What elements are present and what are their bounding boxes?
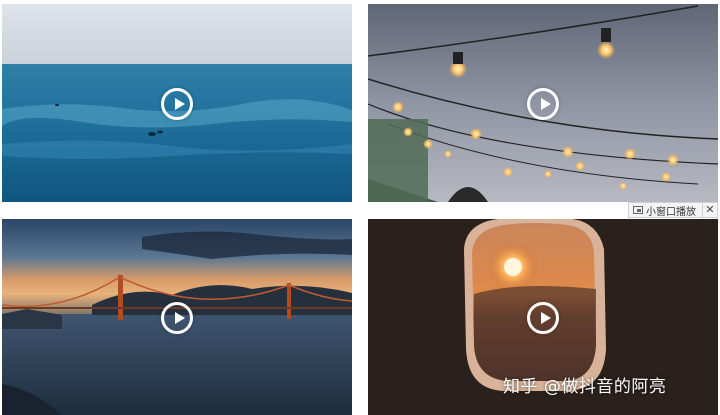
- play-button[interactable]: [161, 302, 193, 334]
- picture-in-picture-bar[interactable]: 小窗口播放 ✕: [628, 202, 718, 218]
- play-icon: [175, 312, 185, 324]
- play-icon: [541, 98, 551, 110]
- play-button[interactable]: [527, 302, 559, 334]
- picture-in-picture-icon: [633, 206, 643, 214]
- play-button[interactable]: [527, 88, 559, 120]
- play-icon: [541, 312, 551, 324]
- close-icon[interactable]: ✕: [702, 203, 717, 217]
- play-icon: [175, 98, 185, 110]
- play-button[interactable]: [161, 88, 193, 120]
- watermark-text: 知乎 @做抖音的阿亮: [503, 377, 667, 397]
- video-thumbnail-golden-gate[interactable]: [2, 219, 352, 415]
- video-thumbnail-string-lights[interactable]: [368, 4, 718, 202]
- video-thumbnail-ocean[interactable]: [2, 4, 352, 202]
- picture-in-picture-label[interactable]: 小窗口播放: [646, 203, 702, 218]
